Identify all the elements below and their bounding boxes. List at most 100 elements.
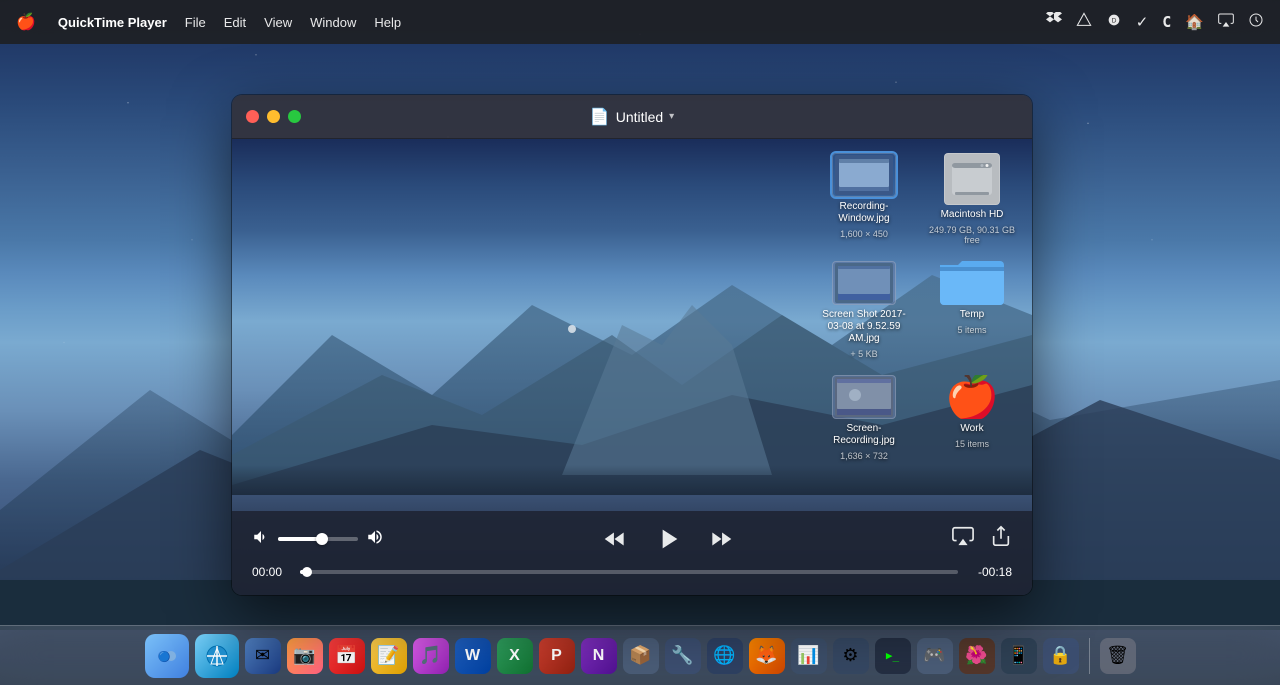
volume-controls bbox=[252, 528, 384, 551]
recording-window-sublabel: 1,600 × 450 bbox=[840, 229, 888, 239]
volume-icon[interactable] bbox=[252, 528, 270, 551]
airplay-button[interactable] bbox=[952, 525, 974, 553]
dock-app2[interactable]: 🔧 bbox=[665, 638, 701, 674]
dock-mail[interactable]: ✉ bbox=[245, 638, 281, 674]
recording-window-label: Recording-Window.jpg bbox=[819, 201, 909, 225]
maximize-button[interactable] bbox=[288, 110, 301, 123]
menubar-window[interactable]: Window bbox=[310, 15, 356, 30]
desktop-icon-temp[interactable]: Temp 5 items bbox=[922, 257, 1022, 363]
remaining-time: -00:18 bbox=[968, 565, 1012, 579]
desktop-icon-recording-window[interactable]: Recording-Window.jpg 1,600 × 450 bbox=[814, 149, 914, 249]
screen-recording-sublabel: 1,636 × 732 bbox=[840, 451, 888, 461]
dock-app3[interactable]: 🌐 bbox=[707, 638, 743, 674]
menubar-right: D ✓ C 🏠 bbox=[1046, 12, 1264, 32]
dock: 🔵 ✉ 📷 📅 📝 🎵 W X P N 📦 🔧 🌐 🦊 📊 ⚙ ▶_ 🎮 🌺 📱… bbox=[0, 625, 1280, 685]
dock-app6[interactable]: ▶_ bbox=[875, 638, 911, 674]
copyclip-icon[interactable]: C bbox=[1162, 13, 1171, 31]
progress-thumb bbox=[302, 567, 312, 577]
screenshot-label: Screen Shot 2017-03-08 at 9.52.59 AM.jpg bbox=[819, 309, 909, 345]
dashlane-icon[interactable]: D bbox=[1106, 12, 1122, 32]
dock-app4[interactable]: 📊 bbox=[791, 638, 827, 674]
dock-app10[interactable]: 🔒 bbox=[1043, 638, 1079, 674]
menubar-file[interactable]: File bbox=[185, 15, 206, 30]
share-button[interactable] bbox=[990, 525, 1012, 553]
menubar-app-name: QuickTime Player bbox=[58, 15, 167, 30]
progress-bar[interactable] bbox=[300, 570, 958, 574]
menubar-help[interactable]: Help bbox=[374, 15, 401, 30]
playback-controls bbox=[602, 523, 734, 555]
screenshot-preview bbox=[832, 261, 896, 305]
dock-firefox[interactable]: 🦊 bbox=[749, 638, 785, 674]
desktop-icon-work[interactable]: 🍎 Work 15 items bbox=[922, 371, 1022, 465]
screen-recording-label: Screen-Recording.jpg bbox=[819, 423, 909, 447]
temp-folder-preview bbox=[940, 261, 1004, 305]
dock-itunes[interactable]: 🎵 bbox=[413, 638, 449, 674]
fast-forward-button[interactable] bbox=[708, 526, 734, 552]
menubar-view[interactable]: View bbox=[264, 15, 292, 30]
macintosh-hd-sublabel: 249.79 GB, 90.31 GB free bbox=[926, 225, 1018, 245]
dock-trash[interactable]: 🗑 bbox=[1100, 638, 1136, 674]
title-bar: 📄 Untitled ▾ bbox=[232, 95, 1032, 139]
play-button[interactable] bbox=[652, 523, 684, 555]
norton-icon[interactable]: ✓ bbox=[1136, 13, 1149, 31]
volume-slider[interactable] bbox=[278, 537, 358, 541]
menubar: 🍎 QuickTime Player File Edit View Window… bbox=[0, 0, 1280, 44]
right-controls bbox=[952, 525, 1012, 553]
google-drive-icon[interactable] bbox=[1076, 12, 1092, 32]
dock-word[interactable]: W bbox=[455, 638, 491, 674]
dock-powerpoint[interactable]: P bbox=[539, 638, 575, 674]
desktop-icon-screenshot[interactable]: Screen Shot 2017-03-08 at 9.52.59 AM.jpg… bbox=[814, 257, 914, 363]
dock-app5[interactable]: ⚙ bbox=[833, 638, 869, 674]
menubar-edit[interactable]: Edit bbox=[224, 15, 246, 30]
recording-window-preview bbox=[832, 153, 896, 197]
temp-label: Temp bbox=[960, 309, 984, 321]
current-time: 00:00 bbox=[252, 565, 290, 579]
homekit-icon[interactable]: 🏠 bbox=[1185, 13, 1204, 31]
dock-calendar[interactable]: 📅 bbox=[329, 638, 365, 674]
volume-thumb bbox=[316, 533, 328, 545]
temp-sublabel: 5 items bbox=[957, 325, 986, 335]
title-chevron-icon[interactable]: ▾ bbox=[669, 111, 674, 122]
macintosh-hd-preview bbox=[944, 153, 1000, 205]
document-icon: 📄 bbox=[590, 107, 610, 127]
title-center: 📄 Untitled ▾ bbox=[590, 107, 674, 127]
dock-app8[interactable]: 🌺 bbox=[959, 638, 995, 674]
macintosh-hd-label: Macintosh HD bbox=[941, 209, 1004, 221]
menubar-left: 🍎 QuickTime Player File Edit View Window… bbox=[16, 12, 401, 32]
progress-row: 00:00 -00:18 bbox=[252, 565, 1012, 579]
dock-onenote[interactable]: N bbox=[581, 638, 617, 674]
minimize-button[interactable] bbox=[267, 110, 280, 123]
screen-recording-preview bbox=[832, 375, 896, 419]
quicktime-window: 📄 Untitled ▾ bbox=[232, 95, 1032, 595]
dropbox-icon[interactable] bbox=[1046, 12, 1062, 32]
dock-notes[interactable]: 📝 bbox=[371, 638, 407, 674]
dock-safari[interactable] bbox=[195, 634, 239, 678]
svg-text:🔵: 🔵 bbox=[158, 650, 170, 663]
window-title: Untitled bbox=[616, 109, 663, 125]
dock-excel[interactable]: X bbox=[497, 638, 533, 674]
time-machine-icon[interactable] bbox=[1248, 12, 1264, 32]
controls-main bbox=[252, 523, 1012, 555]
desktop-icon-screen-recording[interactable]: Screen-Recording.jpg 1,636 × 732 bbox=[814, 371, 914, 465]
dock-app7[interactable]: 🎮 bbox=[917, 638, 953, 674]
desktop-icons-area: Recording-Window.jpg 1,600 × 450 Macinto… bbox=[804, 139, 1032, 475]
desktop-icon-macintosh-hd[interactable]: Macintosh HD 249.79 GB, 90.31 GB free bbox=[922, 149, 1022, 249]
dock-app9[interactable]: 📱 bbox=[1001, 638, 1037, 674]
traffic-lights bbox=[246, 110, 301, 123]
work-preview: 🍎 bbox=[940, 375, 1004, 419]
airplay-menubar-icon[interactable] bbox=[1218, 12, 1234, 32]
dock-divider bbox=[1089, 638, 1090, 674]
dock-app1[interactable]: 📦 bbox=[623, 638, 659, 674]
video-content[interactable]: Recording-Window.jpg 1,600 × 450 Macinto… bbox=[232, 139, 1032, 595]
screenshot-sublabel: + 5 KB bbox=[850, 349, 877, 359]
apple-logo[interactable]: 🍎 bbox=[16, 12, 36, 32]
dock-finder[interactable]: 🔵 bbox=[145, 634, 189, 678]
volume-high-icon[interactable] bbox=[366, 528, 384, 551]
controls-bar: 00:00 -00:18 bbox=[232, 511, 1032, 595]
rewind-button[interactable] bbox=[602, 526, 628, 552]
work-label: Work bbox=[960, 423, 983, 435]
work-sublabel: 15 items bbox=[955, 439, 989, 449]
svg-text:D: D bbox=[1111, 18, 1116, 25]
dock-photos[interactable]: 📷 bbox=[287, 638, 323, 674]
close-button[interactable] bbox=[246, 110, 259, 123]
